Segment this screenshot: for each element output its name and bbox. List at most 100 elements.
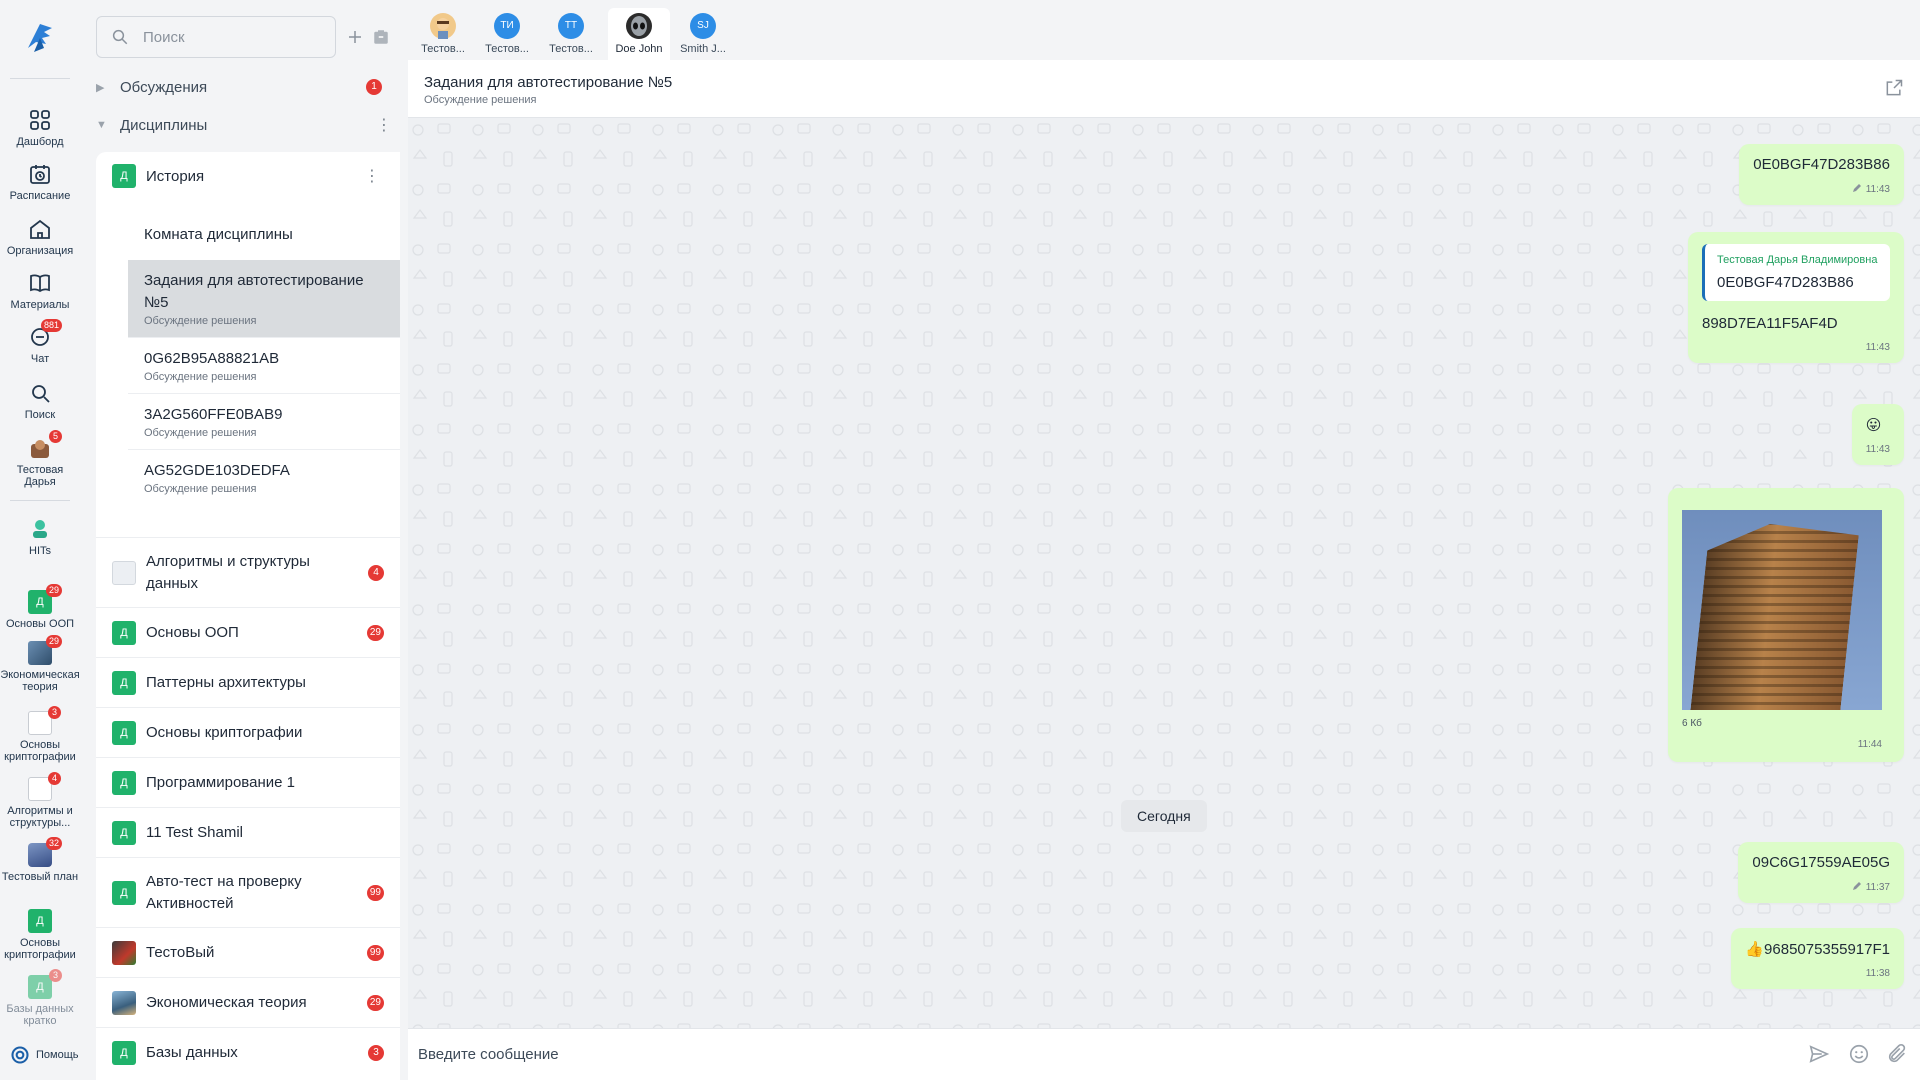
course-room[interactable]: Комната дисциплины bbox=[128, 210, 400, 260]
more-vertical-icon[interactable]: ⋮ bbox=[376, 115, 392, 135]
avatar bbox=[430, 13, 456, 39]
message-bubble[interactable]: 09C6G17559AE05G 11:37 bbox=[1738, 842, 1904, 903]
more-vertical-icon[interactable]: ⋮ bbox=[364, 166, 380, 186]
unread-badge: 99 bbox=[366, 944, 384, 961]
chat-item[interactable]: 3A2G560FFE0BAB9 Обсуждение решения bbox=[128, 394, 400, 450]
course-image-icon bbox=[112, 990, 136, 1015]
course-title: 11 Test Shamil bbox=[146, 823, 243, 841]
course-row[interactable]: Экономическая теория 29 bbox=[96, 977, 400, 1027]
course-row[interactable]: Д Основы ООП 29 bbox=[96, 607, 400, 657]
rail-item-chat[interactable]: 881 Чат bbox=[0, 319, 80, 365]
rail-label: Тестовая Дарья bbox=[16, 464, 64, 488]
chat-badge: 881 bbox=[40, 319, 62, 332]
avatar bbox=[626, 13, 652, 39]
message-text: 0E0BGF47D283B86 bbox=[1753, 156, 1890, 173]
rail-item-organization[interactable]: Организация bbox=[0, 217, 80, 257]
message-input[interactable] bbox=[418, 1039, 1718, 1069]
message-time: 11:43 bbox=[1753, 183, 1890, 195]
attached-image[interactable] bbox=[1682, 510, 1882, 710]
rail-item-schedule[interactable]: Расписание bbox=[0, 162, 80, 202]
chat-tab[interactable]: ТИ Тестов... bbox=[476, 8, 538, 60]
message-bubble-image[interactable]: 6 Кб 11:44 bbox=[1668, 488, 1904, 762]
course-badge: 4 bbox=[48, 772, 61, 785]
message-emoji: 😛 bbox=[1865, 417, 1882, 434]
course-row[interactable]: Д Паттерны архитектуры bbox=[96, 657, 400, 707]
message-area[interactable]: 0E0BGF47D283B86 11:43 Тестовая Дарья Вла… bbox=[408, 118, 1920, 1028]
message-text: 👍9685075355917F1 bbox=[1745, 941, 1890, 958]
rail-item-dashboard[interactable]: Дашборд bbox=[0, 108, 80, 148]
rail-course-testplan[interactable]: 32 Тестовый план bbox=[0, 837, 80, 883]
course-row[interactable]: Д Программирование 1 bbox=[96, 757, 400, 807]
search-icon bbox=[28, 381, 52, 405]
chat-tab[interactable]: SJ Smith J... bbox=[672, 8, 734, 60]
chat-item-subtitle: Обсуждение решения bbox=[144, 371, 257, 383]
course-row[interactable]: Д Основы криптографии bbox=[96, 707, 400, 757]
rail-course-oop[interactable]: Д 29 Основы ООП bbox=[0, 584, 80, 630]
message-bubble-emoji[interactable]: 😛 11:43 bbox=[1851, 404, 1904, 465]
search-box[interactable] bbox=[96, 16, 336, 58]
course-title: Программирование 1 bbox=[146, 773, 295, 791]
rail-label: Основы криптографии bbox=[4, 937, 76, 961]
chat-tab-active[interactable]: Doe John bbox=[608, 8, 670, 60]
search-input[interactable] bbox=[143, 28, 323, 46]
course-d-icon: Д bbox=[112, 164, 136, 188]
message-bubble-reply[interactable]: Тестовая Дарья Владимировна 0E0BGF47D283… bbox=[1688, 232, 1904, 363]
robot-icon bbox=[112, 560, 136, 585]
course-row[interactable]: Алгоритмы и структуры данных 4 bbox=[96, 537, 400, 607]
help-button[interactable]: Помощь bbox=[10, 1045, 79, 1065]
course-title: Базы данных bbox=[146, 1043, 238, 1061]
course-phone-icon: 32 bbox=[28, 837, 62, 867]
message-bubble[interactable]: 👍9685075355917F1 11:38 bbox=[1731, 928, 1904, 989]
message-time: 11:43 bbox=[1865, 444, 1890, 455]
chat-tab[interactable]: Тестов... bbox=[412, 8, 474, 60]
avatar: SJ bbox=[690, 13, 716, 39]
plus-icon[interactable] bbox=[346, 28, 364, 46]
chat-item-active[interactable]: Задания для автотестирование №5 Обсужден… bbox=[128, 260, 400, 338]
search-icon bbox=[112, 29, 128, 45]
course-chat-list: Комната дисциплины Задания для автотести… bbox=[128, 210, 400, 505]
rail-item-profile[interactable]: 5 Тестовая Дарья bbox=[0, 430, 80, 488]
section-disciplines[interactable]: ▼ Дисциплины ⋮ bbox=[96, 110, 400, 140]
attach-paperclip-icon[interactable] bbox=[1886, 1043, 1908, 1065]
archive-icon[interactable] bbox=[372, 28, 390, 46]
section-discussions[interactable]: ▶ Обсуждения 1 bbox=[96, 72, 400, 102]
course-title: Основы ООП bbox=[146, 623, 239, 641]
course-badge: 3 bbox=[49, 969, 62, 982]
rail-course-crypto-2[interactable]: Д Основы криптографии bbox=[0, 909, 80, 961]
section-label: Дисциплины bbox=[120, 116, 208, 134]
quoted-message[interactable]: Тестовая Дарья Владимировна 0E0BGF47D283… bbox=[1702, 244, 1890, 301]
message-bubble[interactable]: 0E0BGF47D283B86 11:43 bbox=[1739, 144, 1904, 205]
rail-item-hits[interactable]: HITs bbox=[0, 517, 80, 557]
chat-item[interactable]: 0G62B95A88821AB Обсуждение решения bbox=[128, 338, 400, 394]
course-row[interactable]: Д Авто-тест на проверку Активностей 99 bbox=[96, 857, 400, 927]
course-title: Основы криптографии bbox=[146, 723, 303, 741]
course-header-history[interactable]: Д История ⋮ bbox=[96, 152, 400, 200]
rail-item-materials[interactable]: Материалы bbox=[0, 271, 80, 311]
edited-pencil-icon bbox=[1852, 184, 1861, 192]
rail-course-db[interactable]: Д3 Базы данных кратко bbox=[0, 969, 80, 1027]
rail-label: Тестовый план bbox=[1, 871, 79, 883]
course-row[interactable]: Д 11 Test Shamil bbox=[96, 807, 400, 857]
send-icon[interactable] bbox=[1808, 1043, 1830, 1065]
rail-item-search[interactable]: Поиск bbox=[0, 381, 80, 421]
course-row[interactable]: Д Базы данных 3 bbox=[96, 1027, 400, 1077]
chat-subtitle: Обсуждение решения bbox=[424, 94, 537, 106]
chat-item[interactable]: AG52GDE103DEDFA Обсуждение решения bbox=[128, 450, 400, 505]
tab-name: Smith J... bbox=[680, 43, 726, 55]
unread-badge: 4 bbox=[368, 564, 384, 581]
course-row[interactable]: ТестоВый 99 bbox=[96, 927, 400, 977]
open-external-icon[interactable] bbox=[1884, 78, 1904, 98]
course-panel: Д История ⋮ Комната дисциплины Задания д… bbox=[96, 152, 400, 1080]
rail-course-economics[interactable]: 29 Экономическая теория bbox=[0, 635, 80, 693]
rail-course-algorithms[interactable]: 4 Алгоритмы и структуры... bbox=[0, 772, 80, 829]
sidebar: ▶ Обсуждения 1 ▼ Дисциплины ⋮ Д История … bbox=[80, 0, 400, 1080]
course-badge: 32 bbox=[45, 837, 62, 850]
emoji-icon[interactable] bbox=[1848, 1043, 1870, 1065]
chat-tab[interactable]: ТТ Тестов... bbox=[540, 8, 602, 60]
course-title: Алгоритмы и структуры данных bbox=[146, 552, 310, 592]
rail-course-crypto[interactable]: 3 Основы криптографии bbox=[0, 706, 80, 763]
chevron-down-icon: ▼ bbox=[96, 119, 107, 131]
chat-icon: 881 bbox=[28, 319, 62, 349]
course-title: История bbox=[146, 167, 205, 185]
app-logo-icon[interactable] bbox=[20, 18, 60, 58]
